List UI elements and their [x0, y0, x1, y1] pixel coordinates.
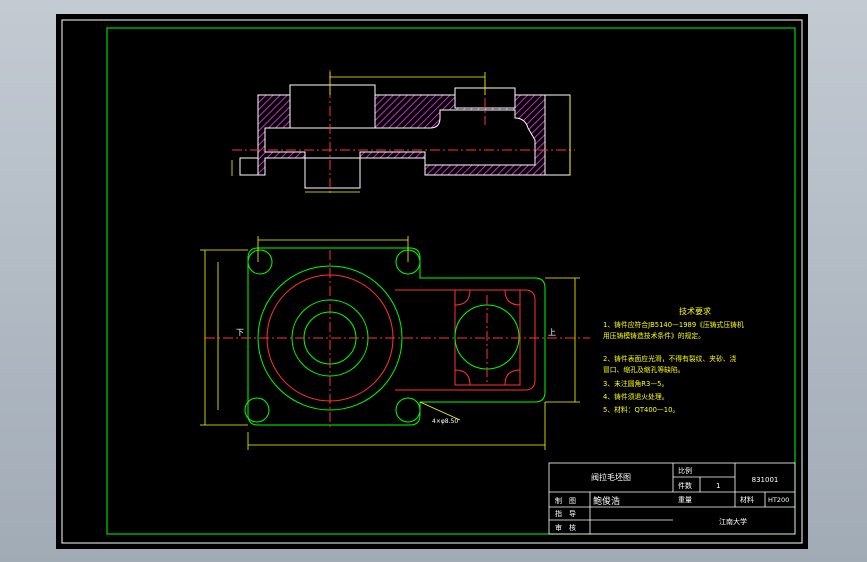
check-label: 审 核 [555, 523, 576, 532]
drawn-label: 制 图 [555, 496, 576, 505]
cad-drawing[interactable]: 下 上 4×φ8.50 技术要求 1、铸件应符合JB5140—1989《压铸式压… [0, 0, 867, 562]
tech-line-2: 用压铸模铸造技术条件》的规定。 [603, 331, 705, 340]
guide-label: 指 导 [555, 509, 576, 518]
tech-line-5: 3、未注圆角R3—5。 [603, 379, 668, 388]
qty-value: 1 [716, 482, 720, 490]
section-marker-left: 下 [236, 328, 244, 337]
plan-view [205, 247, 590, 430]
section-view [232, 70, 575, 195]
tech-line-6: 4、铸件须退火处理。 [603, 392, 669, 401]
tech-line-1: 1、铸件应符合JB5140—1989《压铸式压铸机 [603, 320, 744, 329]
scale-label: 比例 [678, 466, 692, 475]
plan-dimensions [200, 236, 580, 450]
tech-requirements: 技术要求 1、铸件应符合JB5140—1989《压铸式压铸机 用压铸模铸造技术条… [603, 306, 744, 414]
title-block [548, 462, 796, 535]
weight-label: 重量 [678, 496, 692, 504]
tech-line-4: 冒口、缩孔及缩孔等缺陷。 [603, 365, 685, 374]
drawing-name: 阀拉毛坯图 [591, 472, 631, 482]
material-value: HT200 [768, 496, 789, 504]
tech-line-3: 2、铸件表面应光滑，不得有裂纹、夹砂、浇 [603, 354, 737, 363]
section-marker-right: 上 [548, 328, 556, 337]
drawn-by: 鲍俊浩 [593, 495, 620, 507]
tech-title: 技术要求 [679, 306, 711, 316]
tech-line-7: 5、材料：QT400—10。 [603, 405, 679, 414]
qty-label: 件数 [678, 481, 692, 490]
school-name: 江南大学 [719, 517, 747, 526]
hole-callout: 4×φ8.50 [432, 418, 458, 425]
material-label: 材料 [740, 495, 754, 504]
drawing-number: 831001 [752, 476, 779, 484]
